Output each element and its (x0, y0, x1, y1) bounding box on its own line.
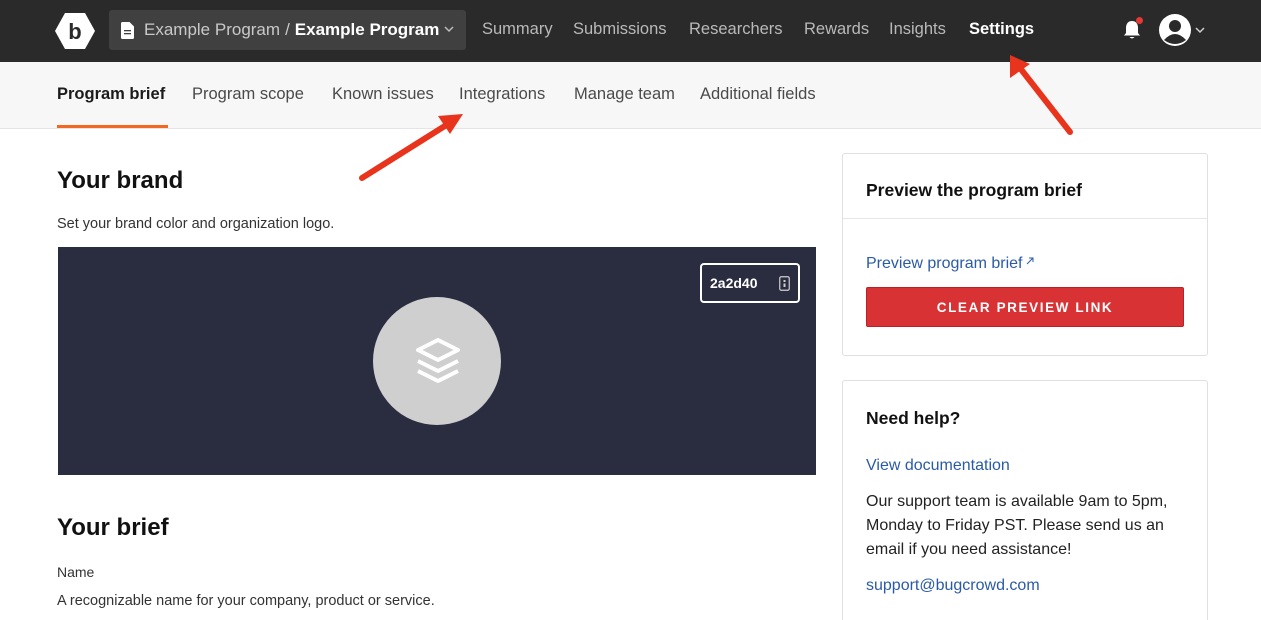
settings-subnav: Program brief Program scope Known issues… (0, 62, 1261, 129)
tab-program-brief[interactable]: Program brief (57, 85, 165, 104)
preview-brief-card: Preview the program brief Preview progra… (842, 153, 1208, 356)
nav-insights[interactable]: Insights (889, 20, 946, 39)
external-link-icon (1026, 257, 1033, 265)
bugcrowd-logo-icon[interactable]: b (55, 12, 95, 50)
clipboard-icon[interactable] (779, 276, 790, 291)
tab-integrations[interactable]: Integrations (459, 85, 545, 104)
chevron-down-icon[interactable] (1195, 26, 1205, 34)
nav-rewards[interactable]: Rewards (804, 20, 869, 39)
card-header: Preview the program brief (843, 154, 1207, 219)
document-icon (121, 21, 134, 39)
support-email-link[interactable]: support@bugcrowd.com (866, 577, 1040, 595)
tab-program-scope[interactable]: Program scope (192, 85, 304, 104)
support-text: Our support team is available 9am to 5pm… (866, 493, 1168, 558)
help-card: Need help? View documentation Our suppor… (842, 380, 1208, 620)
notification-badge (1136, 17, 1143, 24)
clear-preview-link-button[interactable]: CLEAR PREVIEW LINK (866, 287, 1184, 327)
brand-color-value: 2a2d40 (710, 275, 758, 291)
preview-brief-link-label: Preview program brief (866, 255, 1023, 272)
active-tab-indicator (57, 125, 168, 128)
chevron-down-icon (444, 26, 454, 33)
nav-settings[interactable]: Settings (969, 20, 1034, 39)
svg-text:b: b (68, 19, 81, 44)
program-name: Example Program (294, 20, 440, 39)
nav-researchers[interactable]: Researchers (689, 20, 783, 39)
layers-icon (416, 338, 460, 383)
program-selector[interactable]: Example Program / Example Program (109, 10, 466, 50)
preview-brief-link[interactable]: Preview program brief (866, 255, 1034, 273)
user-avatar-icon[interactable] (1158, 13, 1192, 47)
breadcrumb-separator: / (285, 20, 290, 39)
view-documentation-link[interactable]: View documentation (866, 457, 1010, 475)
tab-additional-fields[interactable]: Additional fields (700, 85, 816, 104)
preview-card-title: Preview the program brief (866, 180, 1082, 200)
brand-color-input[interactable]: 2a2d40 (700, 263, 800, 303)
section-heading-brand: Your brand (57, 167, 184, 194)
section-heading-brief: Your brief (57, 514, 169, 541)
help-card-title: Need help? (866, 408, 961, 428)
name-field-help: A recognizable name for your company, pr… (57, 593, 435, 609)
program-org-name: Example Program (144, 20, 281, 39)
tab-known-issues[interactable]: Known issues (332, 85, 434, 104)
nav-submissions[interactable]: Submissions (573, 20, 667, 39)
tab-manage-team[interactable]: Manage team (574, 85, 675, 104)
name-field-label: Name (57, 564, 95, 580)
top-navbar: b Example Program / Example Program Summ… (0, 0, 1261, 62)
brand-description: Set your brand color and organization lo… (57, 216, 335, 232)
nav-summary[interactable]: Summary (482, 20, 553, 39)
